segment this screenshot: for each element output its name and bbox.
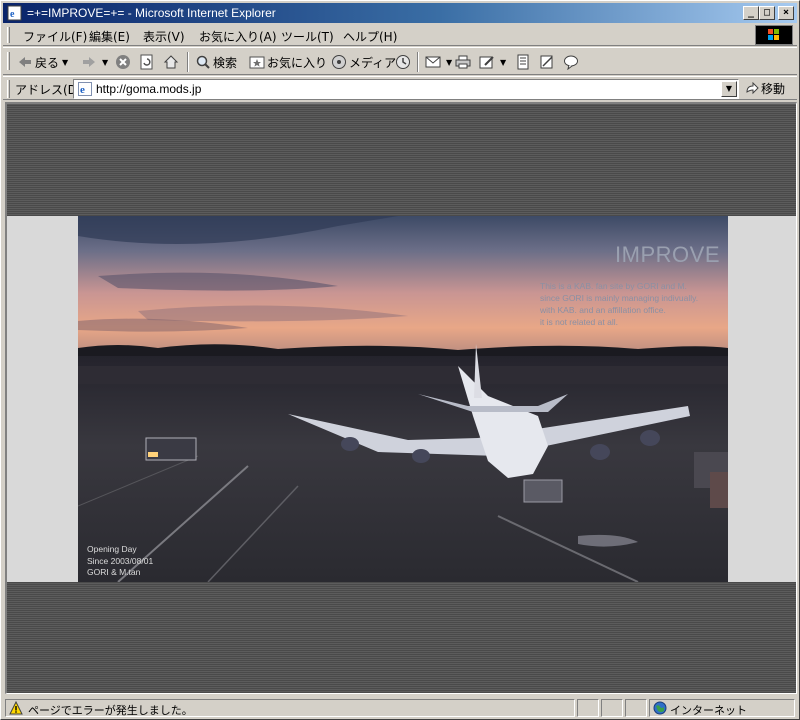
status-pane-empty [577, 699, 599, 717]
stop-icon [116, 55, 130, 69]
footer-line: Since 2003/08/01 [87, 555, 154, 566]
go-button[interactable]: 移動 [745, 80, 785, 97]
back-arrow-icon [19, 57, 31, 67]
hero-photo: IMPROVE This is a KAB. fan site by GORI … [78, 216, 728, 582]
security-zone-pane[interactable]: インターネット [649, 699, 795, 717]
go-arrow-icon [746, 81, 759, 94]
window-title: =+=IMPROVE=+= - Microsoft Internet Explo… [27, 6, 276, 20]
edit-icon [479, 56, 494, 69]
standard-toolbar: 戻る ▼ ▼ 検索 お気に入り メディア ▼ ▼ [3, 47, 797, 75]
footer-line: GORI & M.tan [87, 567, 141, 577]
home-icon [163, 55, 179, 69]
edit-button[interactable]: ▼ [479, 52, 506, 72]
refresh-icon [140, 54, 153, 70]
print-button[interactable] [455, 52, 473, 72]
address-dropdown-button[interactable]: ▼ [721, 81, 737, 97]
menu-help[interactable]: ヘルプ(H) [343, 28, 397, 45]
ie-page-icon: e [78, 82, 92, 96]
warning-icon[interactable] [9, 701, 23, 715]
go-label: 移動 [761, 82, 786, 96]
ie-page-icon: e [7, 5, 22, 21]
menu-view[interactable]: 表示(V) [143, 28, 185, 45]
site-title: IMPROVE [615, 242, 720, 267]
search-label: 検索 [213, 55, 238, 70]
address-url: http://goma.mods.jp [96, 82, 202, 96]
chevron-down-icon[interactable]: ▼ [500, 58, 506, 67]
media-button[interactable]: メディア [331, 52, 396, 72]
status-pane-empty [601, 699, 623, 717]
description-line: This is a KAB. fan site by GORI and M. [540, 281, 687, 291]
messenger-icon [564, 55, 578, 70]
menu-grip[interactable] [7, 27, 10, 43]
search-icon [196, 55, 210, 69]
menu-tools[interactable]: ツール(T) [281, 28, 334, 45]
bottom-stripe-band [7, 582, 796, 693]
toolbar-separator [187, 52, 189, 72]
research-button[interactable] [539, 52, 557, 72]
print-icon [455, 55, 471, 69]
forward-arrow-icon [83, 57, 95, 67]
back-button[interactable]: 戻る ▼ [17, 52, 68, 72]
chevron-down-icon[interactable]: ▼ [102, 58, 108, 67]
history-button[interactable] [395, 52, 413, 72]
menu-file[interactable]: ファイル(F) [23, 28, 87, 45]
research-icon [540, 55, 553, 69]
svg-text:e: e [80, 84, 85, 96]
menu-bar: ファイル(F) 編集(E) 表示(V) お気に入り(A) ツール(T) ヘルプ(… [3, 24, 797, 46]
site-description: This is a KAB. fan site by GORI and M. s… [540, 280, 726, 328]
security-zone-label: インターネット [670, 704, 747, 717]
svg-text:e: e [10, 9, 15, 20]
globe-icon [653, 701, 667, 715]
status-message-pane[interactable]: ページでエラーが発生しました。 [5, 699, 575, 717]
media-icon [332, 55, 346, 69]
description-line: with KAB. and an affillation office. [540, 305, 666, 315]
browser-window: e =+=IMPROVE=+= - Microsoft Internet Exp… [0, 0, 800, 720]
refresh-button[interactable] [139, 52, 157, 72]
favorites-label: お気に入り [267, 55, 328, 70]
minimize-button[interactable]: _ [743, 6, 759, 20]
toolbar-grip[interactable] [7, 52, 10, 70]
menu-favorites[interactable]: お気に入り(A) [199, 28, 277, 45]
top-stripe-band [7, 104, 796, 216]
chevron-down-icon[interactable]: ▼ [62, 58, 68, 67]
status-message: ページでエラーが発生しました。 [28, 704, 193, 717]
footer-line: Opening Day [87, 544, 137, 554]
search-button[interactable]: 検索 [195, 52, 237, 72]
status-pane-empty [625, 699, 647, 717]
address-label: アドレス(D) [15, 83, 82, 97]
description-line: since GORI is mainly managing indivually… [540, 293, 699, 303]
address-bar: アドレス(D) e http://goma.mods.jp ▼ 移動 [3, 76, 797, 100]
description-line: it is not related at all. [540, 317, 618, 327]
mail-button[interactable]: ▼ [425, 52, 452, 72]
title-bar[interactable]: e =+=IMPROVE=+= - Microsoft Internet Exp… [3, 3, 797, 23]
airplane-at-dusk-image [78, 216, 728, 582]
mail-icon [425, 56, 441, 68]
address-grip[interactable] [7, 80, 10, 98]
forward-button[interactable]: ▼ [81, 52, 108, 72]
back-label: 戻る [35, 55, 60, 70]
maximize-button[interactable]: □ [759, 6, 775, 20]
favorites-icon [249, 56, 265, 69]
media-label: メディア [349, 55, 397, 70]
status-bar: ページでエラーが発生しました。 インターネット [3, 697, 797, 719]
favorites-button[interactable]: お気に入り [249, 52, 327, 72]
close-button[interactable]: × [778, 6, 794, 20]
toolbar-separator [417, 52, 419, 72]
site-footer: Opening Day Since 2003/08/01 GORI & M.ta… [87, 544, 153, 579]
home-button[interactable] [163, 52, 181, 72]
stop-button[interactable] [115, 52, 133, 72]
chevron-down-icon[interactable]: ▼ [446, 58, 452, 67]
page-viewport[interactable]: IMPROVE This is a KAB. fan site by GORI … [5, 102, 797, 694]
document-icon [517, 54, 529, 70]
history-icon [396, 55, 410, 69]
messenger-button[interactable] [563, 52, 581, 72]
windows-logo-icon [755, 25, 793, 45]
discuss-button[interactable] [515, 52, 533, 72]
menu-edit[interactable]: 編集(E) [89, 28, 130, 45]
address-input[interactable]: e http://goma.mods.jp ▼ [73, 79, 739, 99]
